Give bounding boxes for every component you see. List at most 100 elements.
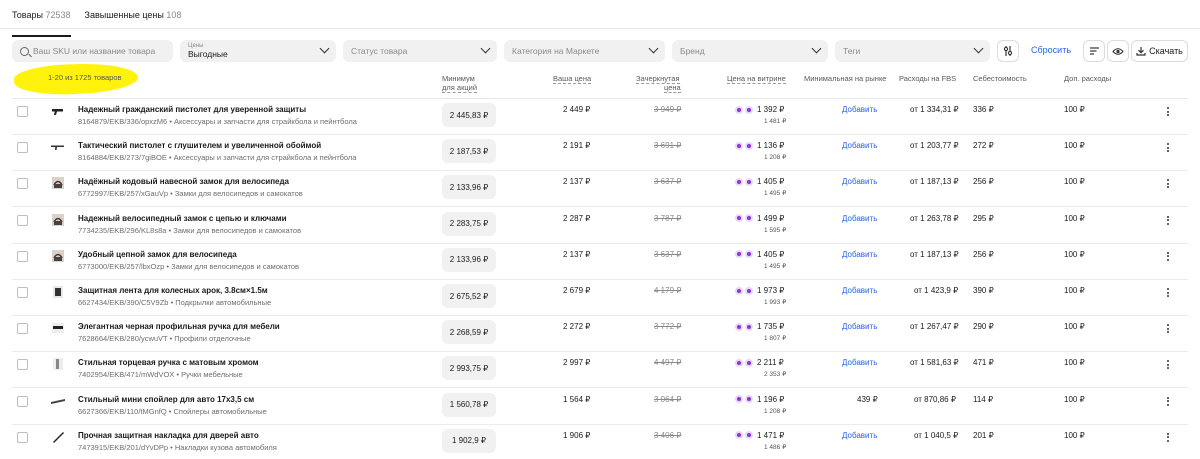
- showcase-price: 1 471 ₽: [735, 431, 784, 440]
- fbs-cost: от 1 581,63 ₽: [910, 358, 959, 368]
- strike-price: 4 179 ₽: [654, 286, 682, 295]
- product-thumbnail: [51, 249, 65, 263]
- product-name[interactable]: Стильная торцевая ручка с матовым хромом: [78, 358, 259, 367]
- more-actions-icon[interactable]: [1166, 107, 1170, 117]
- table-row[interactable]: Надежный велосипедный замок с цепью и кл…: [0, 208, 1200, 244]
- add-min-market-link[interactable]: Добавить: [842, 141, 877, 150]
- filter-settings-button[interactable]: [997, 40, 1019, 62]
- add-min-market-link[interactable]: Добавить: [842, 250, 877, 259]
- brand-placeholder: Бренд: [680, 46, 705, 56]
- row-checkbox[interactable]: [17, 431, 28, 443]
- min-promo-price[interactable]: 1 902,9 ₽: [442, 428, 496, 453]
- more-actions-icon[interactable]: [1166, 215, 1170, 226]
- tags-select[interactable]: Теги: [835, 40, 990, 62]
- product-thumbnail: [51, 104, 65, 118]
- more-actions-icon[interactable]: [1166, 288, 1170, 298]
- row-checkbox[interactable]: [17, 106, 28, 117]
- product-name[interactable]: Защитная лента для колесных арок, 3.8см×…: [78, 286, 268, 295]
- reset-button[interactable]: Сбросить: [1031, 45, 1071, 55]
- table-row[interactable]: Тактический пистолет с глушителем и увел…: [0, 135, 1200, 172]
- row-checkbox[interactable]: [17, 359, 28, 371]
- more-actions-icon[interactable]: [1166, 179, 1170, 189]
- table-row[interactable]: Удобный цепной замок для велосипеда 6773…: [0, 244, 1200, 280]
- tab-overpriced[interactable]: Завышенные цены 108: [85, 10, 182, 28]
- table-header: Минимум для акций Ваша цена Зачеркнутая …: [0, 70, 1200, 96]
- row-checkbox[interactable]: [17, 178, 28, 190]
- status-select[interactable]: Статус товара: [343, 40, 497, 62]
- more-actions-icon[interactable]: [1166, 251, 1170, 262]
- tab-label: Завышенные цены: [84, 10, 164, 20]
- more-actions-icon[interactable]: [1166, 396, 1170, 407]
- col-your-price[interactable]: Ваша цена: [553, 74, 592, 84]
- add-min-market-link[interactable]: Добавить: [842, 322, 877, 331]
- product-name[interactable]: Тактический пистолет с глушителем и увел…: [78, 141, 321, 150]
- more-actions-icon[interactable]: [1166, 360, 1170, 370]
- more-actions-icon[interactable]: [1166, 432, 1170, 443]
- add-min-market-link[interactable]: Добавить: [842, 105, 877, 114]
- category-select[interactable]: Категория на Маркете: [504, 40, 665, 62]
- promo-badge-icon: [735, 431, 743, 440]
- more-actions-icon[interactable]: [1166, 143, 1170, 153]
- add-min-market-link[interactable]: Добавить: [842, 177, 877, 186]
- product-name[interactable]: Прочная защитная накладка для дверей авт…: [78, 431, 259, 440]
- min-promo-price[interactable]: 2 187,53 ₽: [442, 139, 496, 164]
- min-promo-price[interactable]: 2 268,59 ₽: [442, 320, 496, 345]
- category-placeholder: Категория на Маркете: [512, 46, 600, 56]
- product-name[interactable]: Элегантная черная профильная ручка для м…: [78, 322, 280, 331]
- col-minimum[interactable]: Минимум: [442, 74, 475, 83]
- product-name[interactable]: Удобный цепной замок для велосипеда: [78, 250, 237, 259]
- add-min-market-link[interactable]: Добавить: [842, 431, 877, 440]
- sort-button[interactable]: [1083, 40, 1105, 62]
- prices-select[interactable]: Цены Выгодные: [180, 40, 336, 62]
- row-checkbox[interactable]: [17, 142, 28, 154]
- product-name[interactable]: Надёжный кодовый навесной замок для вело…: [78, 177, 289, 186]
- search-input[interactable]: Ваш SKU или название товара: [12, 40, 173, 62]
- min-promo-price[interactable]: 2 133,96 ₽: [442, 247, 496, 272]
- prices-value: Выгодные: [188, 49, 228, 59]
- table-row[interactable]: Надежный гражданский пистолет для уверен…: [0, 99, 1200, 135]
- min-promo-price[interactable]: 2 133,96 ₽: [442, 175, 496, 200]
- brand-select[interactable]: Бренд: [672, 40, 828, 62]
- showcase-price-secondary: 1 495 ₽: [764, 190, 787, 198]
- product-name[interactable]: Надежный велосипедный замок с цепью и кл…: [78, 214, 287, 223]
- tab-products[interactable]: Товары 72538: [12, 10, 71, 37]
- table-row[interactable]: Прочная защитная накладка для дверей авт…: [0, 425, 1200, 459]
- download-button[interactable]: Скачать: [1131, 40, 1188, 62]
- add-min-market-link[interactable]: Добавить: [842, 214, 877, 223]
- more-actions-icon[interactable]: [1166, 324, 1170, 334]
- row-checkbox[interactable]: [17, 323, 28, 335]
- showcase-price: 1 136 ₽: [735, 141, 784, 150]
- showcase-price-value: 1 499 ₽: [757, 213, 785, 223]
- promo-badge-icon: [735, 105, 743, 114]
- row-checkbox[interactable]: [17, 214, 28, 226]
- add-min-market-link[interactable]: Добавить: [842, 358, 877, 367]
- table-row[interactable]: Стильная торцевая ручка с матовым хромом…: [0, 352, 1200, 389]
- cost-value: 272 ₽: [973, 141, 994, 151]
- min-promo-price[interactable]: 2 993,75 ₽: [442, 356, 496, 381]
- table-row[interactable]: Стильный мини спойлер для авто 17х3,5 см…: [0, 389, 1200, 425]
- strike-price: 3 949 ₽: [654, 105, 682, 114]
- your-price: 1 564 ₽: [563, 394, 591, 404]
- row-checkbox[interactable]: [17, 395, 28, 407]
- tabs-divider: [0, 28, 1200, 29]
- row-checkbox[interactable]: [17, 250, 28, 262]
- product-name[interactable]: Надежный гражданский пистолет для уверен…: [78, 105, 306, 114]
- product-name[interactable]: Стильный мини спойлер для авто 17х3,5 см: [78, 395, 254, 404]
- table-row[interactable]: Надёжный кодовый навесной замок для вело…: [0, 171, 1200, 208]
- min-promo-price[interactable]: 2 445,83 ₽: [442, 103, 496, 127]
- min-promo-price[interactable]: 2 675,52 ₽: [442, 284, 496, 308]
- your-price: 2 997 ₽: [563, 358, 591, 368]
- min-promo-price[interactable]: 1 560,78 ₽: [442, 392, 496, 417]
- add-min-market-link[interactable]: Добавить: [842, 286, 877, 295]
- product-sku: 8164884/EKB/273/7giBOE • Аксессуары и за…: [78, 153, 357, 163]
- table-row[interactable]: Защитная лента для колесных арок, 3.8см×…: [0, 280, 1200, 316]
- table-row[interactable]: Элегантная черная профильная ручка для м…: [0, 316, 1200, 353]
- min-promo-price[interactable]: 2 283,75 ₽: [442, 211, 496, 236]
- columns-visibility-button[interactable]: [1107, 40, 1129, 62]
- sort-icon: [1089, 47, 1099, 55]
- download-icon: [1136, 47, 1146, 56]
- col-showcase-price[interactable]: Цена на витрине: [727, 74, 786, 84]
- row-checkbox[interactable]: [17, 287, 28, 298]
- promo-badge-icon: [735, 322, 743, 331]
- extra-cost: 100 ₽: [1064, 322, 1085, 332]
